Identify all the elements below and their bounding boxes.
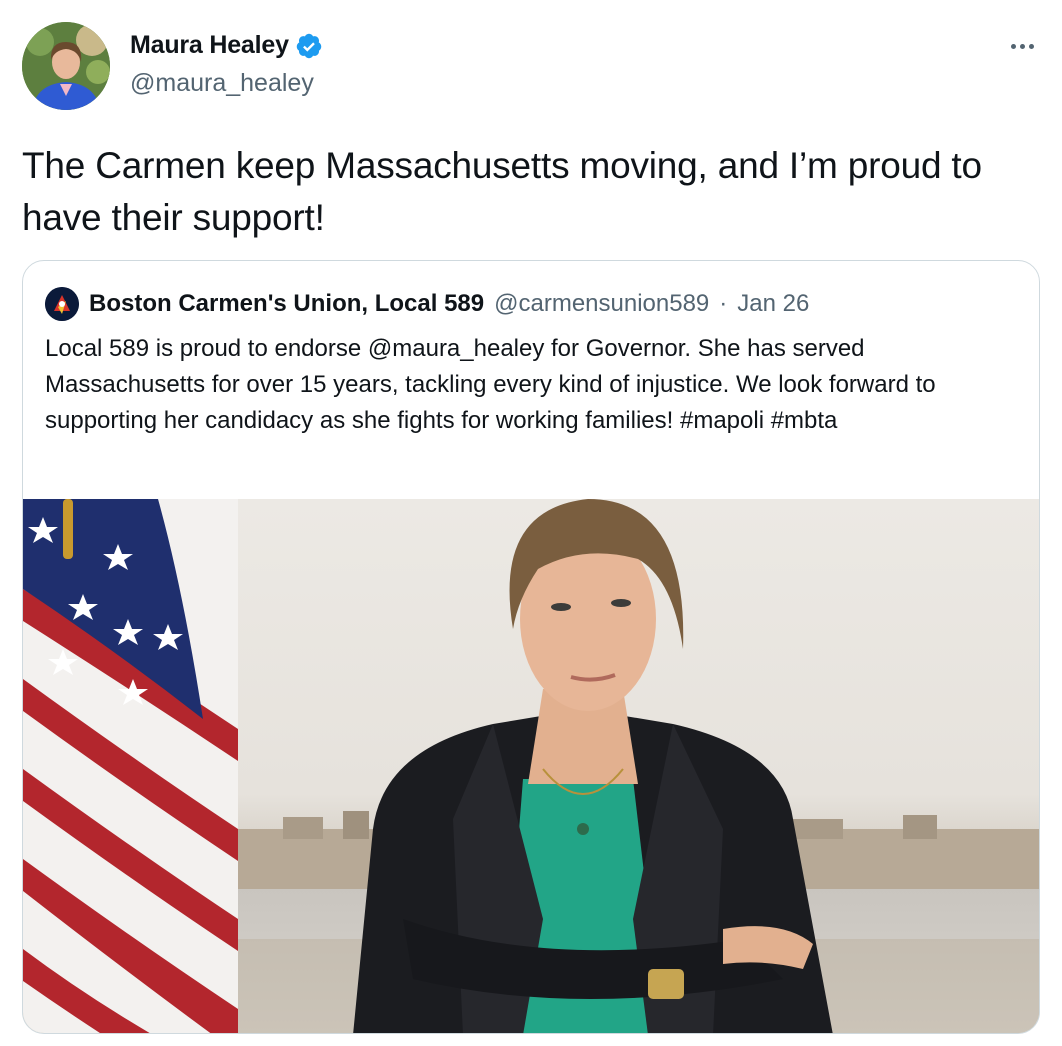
tweet-text: The Carmen keep Massachusetts moving, an… (22, 145, 982, 238)
union-logo-icon (45, 287, 79, 321)
quoted-tweet-photo[interactable] (23, 499, 1039, 1033)
separator-dot: · (719, 290, 728, 317)
quoted-tweet-text: Local 589 is proud to endorse @maura_hea… (45, 335, 936, 434)
portrait-photo (23, 499, 1039, 1033)
quoted-tweet[interactable]: Boston Carmen's Union, Local 589 @carmen… (22, 260, 1040, 1034)
author-name[interactable]: Maura Healey (130, 31, 323, 60)
quoted-tweet-header: Boston Carmen's Union, Local 589 @carmen… (45, 287, 809, 321)
more-options-button[interactable] (1004, 28, 1040, 64)
quoted-author-handle[interactable]: @carmensunion589 (494, 290, 709, 318)
more-dots-icon (1010, 43, 1016, 49)
author-avatar[interactable] (22, 22, 110, 110)
quoted-tweet-date[interactable]: Jan 26 (737, 290, 809, 318)
tweet-card: Maura Healey @maura_healey The Carmen ke… (0, 0, 1062, 1046)
avatar-photo-icon (22, 22, 110, 110)
quoted-author-name[interactable]: Boston Carmen's Union, Local 589 (89, 290, 484, 318)
author-name-text: Maura Healey (130, 31, 289, 59)
quoted-author-avatar[interactable] (45, 287, 79, 321)
author-handle[interactable]: @maura_healey (130, 69, 314, 98)
verified-badge-icon (296, 33, 322, 58)
flag-graphic (23, 499, 238, 1033)
